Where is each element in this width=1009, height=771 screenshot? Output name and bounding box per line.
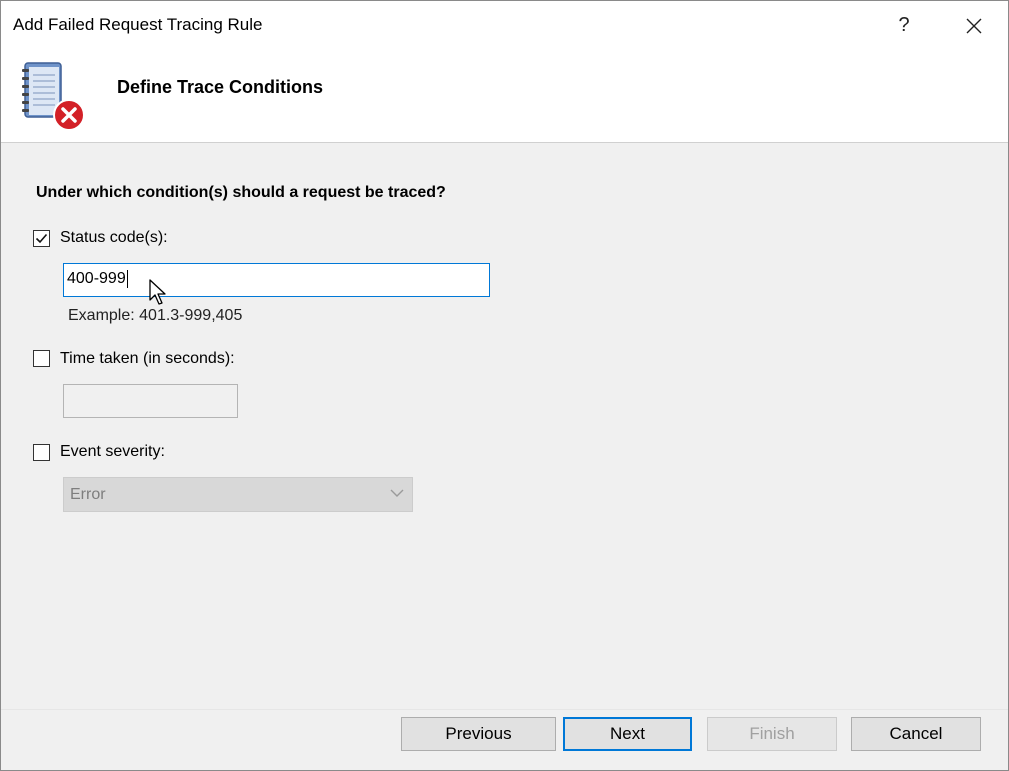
wizard-header: Define Trace Conditions — [1, 49, 1008, 143]
cancel-button[interactable]: Cancel — [851, 717, 981, 751]
next-button[interactable]: Next — [563, 717, 692, 751]
close-icon — [966, 18, 982, 34]
time-taken-input[interactable] — [63, 384, 238, 418]
event-severity-selected: Error — [70, 486, 106, 503]
text-caret — [126, 270, 128, 288]
checkmark-icon — [35, 233, 48, 244]
window-title: Add Failed Request Tracing Rule — [13, 15, 263, 34]
conditions-question: Under which condition(s) should a reques… — [36, 184, 446, 201]
footer-divider — [1, 709, 1008, 710]
previous-button[interactable]: Previous — [401, 717, 556, 751]
close-button[interactable] — [956, 11, 992, 39]
status-code-label: Status code(s): — [60, 229, 168, 246]
mouse-pointer-icon — [149, 279, 166, 305]
event-severity-checkbox[interactable] — [33, 444, 50, 461]
status-code-example: Example: 401.3-999,405 — [68, 307, 243, 324]
finish-button[interactable]: Finish — [707, 717, 837, 751]
title-bar: Add Failed Request Tracing Rule ? — [1, 1, 1008, 49]
trace-log-error-icon — [22, 62, 85, 131]
time-taken-checkbox[interactable] — [33, 350, 50, 367]
status-code-value: 400-999 — [67, 270, 126, 288]
help-button[interactable]: ? — [886, 11, 922, 39]
event-severity-label: Event severity: — [60, 443, 165, 460]
status-code-checkbox[interactable] — [33, 230, 50, 247]
status-code-input[interactable]: 400-999 — [63, 263, 490, 297]
event-severity-dropdown[interactable]: Error — [63, 477, 413, 512]
time-taken-label: Time taken (in seconds): — [60, 350, 235, 367]
chevron-down-icon — [390, 489, 404, 497]
dialog-window: Add Failed Request Tracing Rule ? Define… — [0, 0, 1009, 771]
page-title: Define Trace Conditions — [117, 77, 324, 97]
